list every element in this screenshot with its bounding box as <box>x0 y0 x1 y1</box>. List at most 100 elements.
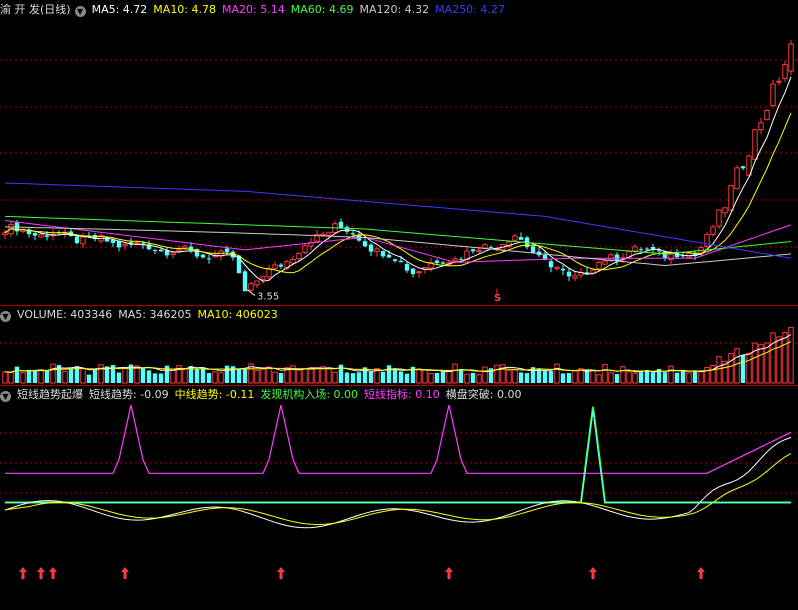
volume-bar <box>218 372 224 384</box>
volume-header: ▼ VOLUME: 403346 MA5: 346205 MA10: 406023 <box>0 306 290 324</box>
ma-legend: MA5: 4.72 MA10: 4.78 MA20: 5.14 MA60: 4.69 M… <box>92 3 511 16</box>
candle-body <box>254 280 260 286</box>
up-arrow-icon <box>121 567 129 579</box>
volume-bar <box>494 364 500 384</box>
candle-body <box>290 258 296 264</box>
chevron-down-icon[interactable]: ▼ <box>0 391 11 402</box>
volume-bar <box>308 367 314 384</box>
candle-body <box>602 260 608 265</box>
volume-bar <box>26 369 32 383</box>
institution-entry-spike <box>5 409 791 503</box>
candle-body <box>548 261 554 268</box>
volume-bars <box>2 326 794 384</box>
volume-bar <box>506 370 512 384</box>
volume-bar <box>650 372 656 383</box>
candle-body <box>638 249 644 251</box>
ma-label-5: MA250: 4.27 <box>435 3 505 16</box>
volume-label-1: MA5: 346205 <box>118 308 192 321</box>
volume-bar <box>476 374 482 384</box>
candle-body <box>740 166 746 169</box>
candle-body <box>320 233 326 236</box>
candle-body <box>122 243 128 247</box>
volume-bar <box>518 372 524 383</box>
candle-body <box>206 258 212 260</box>
indicator-header: ▼ 短线趋势起爆 短线趋势: -0.09 中线趋势: -0.11 发现机构入场: 0.0… <box>0 386 533 404</box>
candle-body <box>152 250 158 252</box>
volume-bar <box>242 368 248 383</box>
indicator-label-4: 短线指标: 0.10 <box>364 388 440 401</box>
volume-bar <box>548 370 554 383</box>
volume-bar <box>740 354 746 383</box>
volume-bar <box>770 332 776 384</box>
up-arrow-icon <box>697 567 705 579</box>
candle-body <box>482 244 488 249</box>
candle-body <box>374 248 380 253</box>
candle-body <box>392 259 398 261</box>
volume-bar <box>206 373 212 383</box>
volume-bar <box>350 373 356 383</box>
volume-bar <box>590 369 596 384</box>
chevron-down-icon[interactable]: ▼ <box>0 311 11 322</box>
volume-bar <box>194 368 200 383</box>
volume-bar <box>428 372 434 384</box>
signal-arrows <box>19 567 705 579</box>
candle-body <box>458 259 464 261</box>
volume-bar <box>386 365 392 383</box>
volume-bar <box>764 342 770 384</box>
candle-body <box>32 233 38 236</box>
ma5-line <box>4 76 792 282</box>
volume-bar <box>260 367 266 384</box>
candle-body <box>176 249 182 252</box>
volume-bar <box>710 364 716 384</box>
candle-body <box>248 283 254 291</box>
candle-body <box>296 252 302 260</box>
candle-body <box>302 245 308 253</box>
volume-bar <box>662 372 668 383</box>
volume-bar <box>272 371 278 384</box>
volume-bar <box>542 370 548 383</box>
mid-trend-line <box>4 452 792 526</box>
candle-body <box>488 247 494 249</box>
volume-bar <box>266 366 272 384</box>
volume-bar <box>512 369 518 384</box>
candle-body <box>416 271 422 274</box>
moving-average-lines <box>4 76 792 282</box>
ma-label-0: MA5: 4.72 <box>91 3 148 16</box>
volume-bar <box>20 372 26 384</box>
volume-bar <box>158 373 164 383</box>
volume-bar <box>140 367 146 383</box>
volume-bar <box>668 365 674 384</box>
volume-bar <box>704 366 710 384</box>
volume-bar <box>440 371 446 383</box>
ma-label-1: MA10: 4.78 <box>153 3 217 16</box>
candle-body <box>326 231 332 236</box>
volume-bar <box>398 371 404 383</box>
candle-body <box>440 262 446 264</box>
up-arrow-icon <box>589 567 597 579</box>
volume-bar <box>314 367 320 384</box>
volume-bar <box>680 371 686 383</box>
candle-body <box>200 254 206 258</box>
volume-bar <box>782 332 788 384</box>
volume-bar <box>734 348 740 384</box>
up-arrow-icon <box>37 567 45 579</box>
volume-bar <box>182 368 188 384</box>
candle-body <box>158 249 164 252</box>
candle-body <box>614 254 620 261</box>
volume-bar <box>452 363 458 384</box>
candle-body <box>272 264 278 269</box>
chevron-down-icon[interactable]: ▼ <box>74 6 86 17</box>
candle-body <box>656 250 662 252</box>
volume-bar <box>32 370 38 383</box>
low-price-label: 3.55 <box>257 292 279 303</box>
candle-body <box>410 268 416 275</box>
volume-bar <box>296 369 302 384</box>
indicator-legend: 短线趋势起爆 短线趋势: -0.09 中线趋势: -0.11 发现机构入场: 0.00… <box>17 388 527 401</box>
volume-bar <box>752 342 758 384</box>
indicator-lines <box>4 404 792 529</box>
candle-body <box>596 261 602 270</box>
candle-body <box>476 249 482 252</box>
candle-body <box>434 260 440 264</box>
up-arrow-icon <box>277 567 285 579</box>
volume-bar <box>392 368 398 383</box>
